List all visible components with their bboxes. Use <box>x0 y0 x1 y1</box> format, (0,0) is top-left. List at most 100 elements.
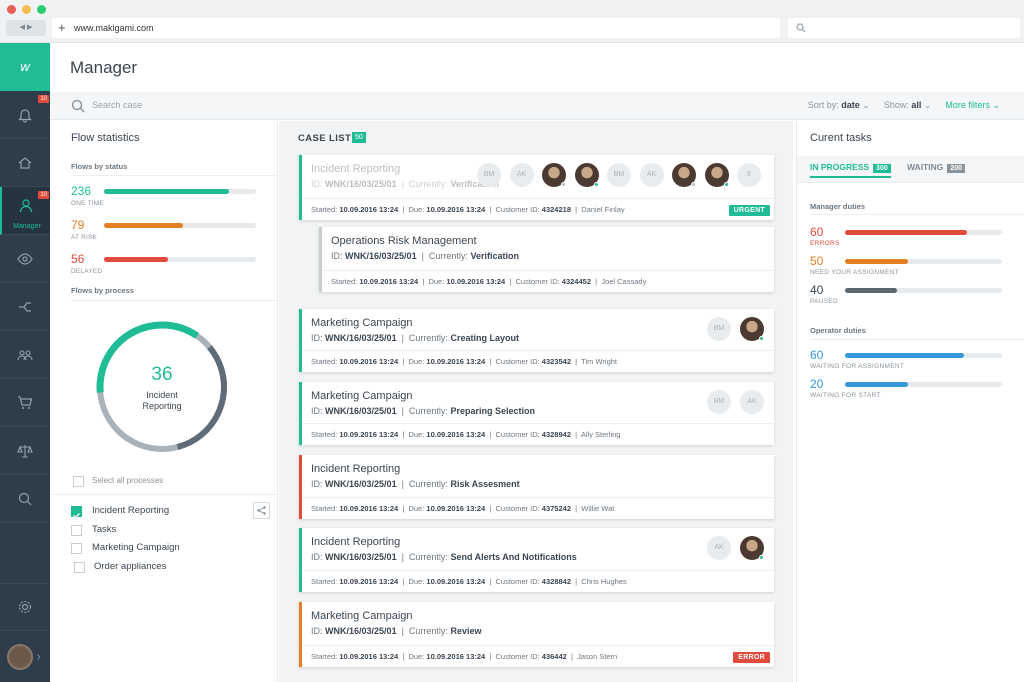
tab-waiting-count: 200 <box>947 164 966 173</box>
due-date: 10.09.2016 13:24 <box>426 205 486 214</box>
case-card[interactable]: Incident Reporting ID: WNK/16/03/25/01 | … <box>299 455 774 519</box>
avatar[interactable] <box>574 163 599 187</box>
sidebar-item-compliance[interactable] <box>0 427 50 475</box>
maximize-window-button[interactable] <box>37 5 46 14</box>
case-card[interactable]: Marketing Campaign ID: WNK/16/03/25/01 | … <box>299 309 774 372</box>
minimize-window-button[interactable] <box>22 5 31 14</box>
sidebar-item-team[interactable] <box>0 331 50 379</box>
status-label: AT RISK <box>71 234 98 241</box>
avatar[interactable]: BM <box>477 163 501 187</box>
current-label: Currently: <box>408 626 448 636</box>
id-label: ID: <box>311 333 323 343</box>
sort-value: date <box>841 100 860 110</box>
started-label: Started: <box>331 277 358 286</box>
chevron-down-icon: ⌄ <box>862 100 870 110</box>
avatar[interactable]: AK <box>740 390 764 414</box>
sort-label: Sort by: <box>807 100 839 110</box>
avatar[interactable] <box>542 163 566 187</box>
avatar[interactable] <box>740 317 764 341</box>
home-icon <box>18 156 32 169</box>
case-card[interactable]: Incident Reporting ID: WNK/16/03/25/01 | … <box>299 155 774 220</box>
case-meta: ID: WNK/16/03/25/01 | Currently: Verific… <box>331 251 519 261</box>
avatar[interactable] <box>704 163 729 187</box>
sidebar-item-flows[interactable] <box>0 283 50 331</box>
avatar[interactable]: BM <box>707 390 731 414</box>
current-step: Creating Layout <box>450 333 519 343</box>
avatar[interactable]: BM <box>607 163 631 187</box>
new-tab-icon[interactable]: + <box>58 18 66 38</box>
close-window-button[interactable] <box>7 5 16 14</box>
browser-chrome: ◀ ▶ + www.makigami.com <box>0 0 1024 43</box>
case-title: Marketing Campaign <box>311 317 413 329</box>
process-donut-chart[interactable] <box>92 317 232 457</box>
process-label: Tasks <box>92 523 117 535</box>
due-date: 10.09.2016 13:24 <box>426 577 486 586</box>
assignee-name: Willie Wat <box>581 504 615 513</box>
tab-in-progress[interactable]: IN PROGRESS 300 <box>810 162 891 178</box>
sidebar-item-manager[interactable]: 10 Manager <box>0 187 50 235</box>
cart-icon <box>18 395 33 409</box>
task-label: WAITING FOR ASSIGNMENT <box>810 363 905 370</box>
process-label: Marketing Campaign <box>92 542 180 553</box>
avatar[interactable]: BM <box>707 317 731 341</box>
share-process-button[interactable] <box>253 502 270 519</box>
started-date: 10.09.2016 13:24 <box>359 277 419 286</box>
case-footer: Started: 10.09.2016 13:24 | Due: 10.09.2… <box>302 423 774 445</box>
select-all-checkbox[interactable] <box>73 476 84 487</box>
brand-logo[interactable]: w <box>0 43 50 91</box>
gear-icon <box>18 600 32 614</box>
process-checkbox[interactable] <box>74 561 85 573</box>
case-card[interactable]: Incident Reporting ID: WNK/16/03/25/01 | … <box>299 528 774 592</box>
share-icon <box>257 506 266 515</box>
customer-label: Customer ID: <box>495 577 540 586</box>
process-checkbox[interactable] <box>71 543 82 554</box>
sidebar-item-home[interactable] <box>0 139 50 187</box>
case-meta: ID: WNK/16/03/25/01 | Currently: Review <box>311 626 482 636</box>
customer-label: Customer ID: <box>495 205 540 214</box>
presence-dot <box>561 182 566 187</box>
more-filters-button[interactable]: More filters ⌄ <box>945 100 1000 111</box>
sidebar-user[interactable] <box>0 633 50 681</box>
customer-id: 436442 <box>541 652 567 661</box>
more-filters-label: More filters <box>945 100 990 110</box>
sidebar-item-orders[interactable] <box>0 379 50 427</box>
chevron-down-icon: ⌄ <box>992 100 1000 110</box>
browser-nav-buttons[interactable]: ◀ ▶ <box>6 20 46 36</box>
case-footer: Started: 10.09.2016 13:24 | Due: 10.09.2… <box>302 198 774 220</box>
assignee-name: Daniel Finlay <box>581 205 625 214</box>
avatar[interactable]: AK <box>509 163 534 187</box>
case-card[interactable]: Operations Risk Management ID: WNK/16/03/… <box>319 227 774 292</box>
case-count-badge: 50 <box>352 132 366 143</box>
case-card[interactable]: Marketing Campaign ID: WNK/16/03/25/01 | … <box>299 602 774 667</box>
sidebar-item-view[interactable] <box>0 235 50 283</box>
task-count: 60 <box>810 348 824 362</box>
page-title: Manager <box>70 58 138 77</box>
avatar[interactable]: 8 <box>737 163 761 187</box>
case-card[interactable]: Marketing Campaign ID: WNK/16/03/25/01 | … <box>299 382 774 445</box>
avatar[interactable] <box>740 536 764 560</box>
process-checkbox[interactable] <box>71 506 82 519</box>
tab-waiting[interactable]: WAITING 200 <box>907 162 966 173</box>
search-case-input[interactable]: Search case <box>92 100 142 110</box>
customer-id: 4328842 <box>541 577 571 586</box>
url-bar[interactable]: + www.makigami.com <box>52 18 780 38</box>
process-checkbox[interactable] <box>71 524 82 536</box>
avatar[interactable] <box>672 163 696 187</box>
avatar[interactable]: AK <box>707 536 731 560</box>
sidebar-item-settings[interactable] <box>0 583 50 631</box>
donut-center-label-line1: Incident <box>146 390 178 400</box>
status-label: ONE TIME <box>71 200 104 207</box>
assignee-name: Chris Hughes <box>581 577 627 586</box>
browser-search-input[interactable] <box>788 18 1020 38</box>
status-count: 79 <box>71 218 85 232</box>
show-dropdown[interactable]: Show: all ⌄ <box>884 100 932 111</box>
sort-dropdown[interactable]: Sort by: date ⌄ <box>808 100 870 111</box>
current-tasks-panel: Curent tasks IN PROGRESS 300 WAITING 200 M… <box>796 121 1024 682</box>
case-meta: ID: WNK/16/03/25/01 | Currently: Send Al… <box>311 552 577 562</box>
due-date: 10.09.2016 13:24 <box>426 504 486 513</box>
sidebar-item-notifications[interactable]: 10 <box>0 91 50 139</box>
sidebar-item-search[interactable] <box>0 475 50 523</box>
case-title: Incident Reporting <box>311 163 401 175</box>
tab-waiting-label: WAITING <box>907 162 944 172</box>
avatar[interactable]: AK <box>639 163 664 187</box>
